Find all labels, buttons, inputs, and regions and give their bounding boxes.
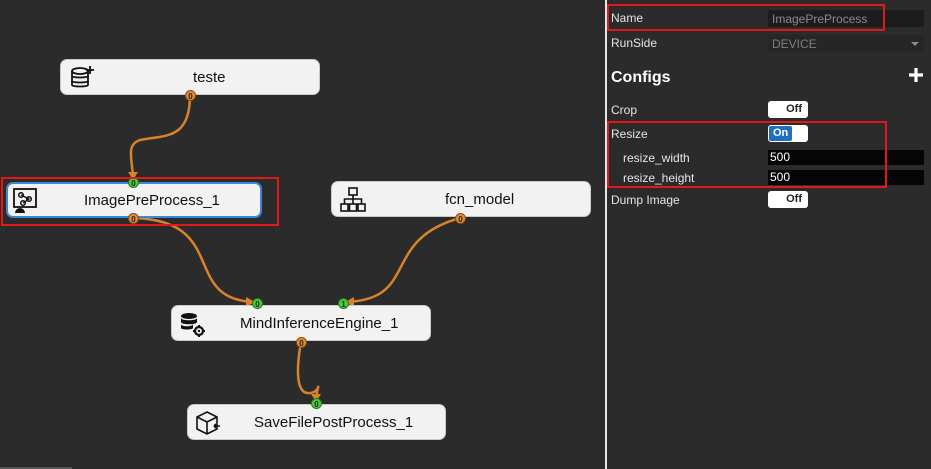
input-port[interactable]: 0 xyxy=(252,298,263,309)
property-dump-image-row: Dump Image Off xyxy=(607,190,931,210)
input-port[interactable]: 1 xyxy=(338,298,349,309)
link-teste-to-imagepreprocess xyxy=(129,94,192,181)
property-crop-row: Crop Off xyxy=(607,100,931,120)
property-label: Resize xyxy=(611,127,648,141)
link-fcn-to-mind xyxy=(344,216,461,304)
node-label: SaveFilePostProcess_1 xyxy=(254,413,414,431)
toggle-state: Off xyxy=(786,193,802,205)
cube-export-icon xyxy=(196,411,220,435)
runside-value: DEVICE xyxy=(772,37,817,51)
output-port[interactable]: 0 xyxy=(455,213,466,224)
property-resize-width-row: resize_width 500 xyxy=(607,148,931,168)
pipeline-canvas[interactable]: teste 0 ImagePreProcess_1 0 0 fcn_model … xyxy=(0,0,605,469)
toggle-state: On xyxy=(769,126,793,141)
property-label: Dump Image xyxy=(611,193,680,207)
name-input[interactable] xyxy=(768,10,924,27)
toggle-state: Off xyxy=(786,103,802,115)
hierarchy-icon xyxy=(340,187,366,212)
dump-image-toggle[interactable]: Off xyxy=(768,191,808,208)
node-label: teste xyxy=(193,68,226,86)
property-label: resize_height xyxy=(623,171,695,185)
node-label: MindInferenceEngine_1 xyxy=(240,314,399,332)
property-label: Crop xyxy=(611,103,638,117)
properties-panel: Name RunSide DEVICE Configs Crop Off Res… xyxy=(607,0,931,469)
crop-toggle[interactable]: Off xyxy=(768,101,808,118)
database-gear-icon xyxy=(181,313,205,337)
plus-icon[interactable] xyxy=(907,66,925,84)
link-mind-to-save xyxy=(296,341,320,403)
property-resize-height-row: resize_height 500 xyxy=(607,168,931,188)
resize-width-input[interactable]: 500 xyxy=(768,150,924,165)
node-label: fcn_model xyxy=(445,190,515,208)
database-add-icon xyxy=(71,66,94,88)
property-label: Name xyxy=(611,11,644,25)
link-imagepreprocess-to-mind xyxy=(132,216,256,304)
property-runside-row: RunSide DEVICE xyxy=(607,33,931,53)
property-label: resize_width xyxy=(623,151,690,165)
property-name-row: Name xyxy=(607,8,931,28)
output-port[interactable]: 0 xyxy=(296,337,307,348)
output-port[interactable]: 0 xyxy=(185,90,196,101)
image-process-icon xyxy=(13,188,37,213)
input-port[interactable]: 0 xyxy=(311,398,322,409)
input-port[interactable]: 0 xyxy=(128,177,139,188)
property-label: RunSide xyxy=(611,36,658,50)
node-mindinferenceengine[interactable]: MindInferenceEngine_1 xyxy=(171,305,431,341)
property-resize-row: Resize On xyxy=(607,124,931,144)
resize-height-input[interactable]: 500 xyxy=(768,170,924,185)
configs-heading: Configs xyxy=(611,69,671,86)
output-port[interactable]: 0 xyxy=(128,213,139,224)
runside-select[interactable]: DEVICE xyxy=(768,35,924,52)
node-label: ImagePreProcess_1 xyxy=(84,191,220,209)
node-fcn-model[interactable]: fcn_model xyxy=(331,181,591,217)
chevron-down-icon xyxy=(911,42,919,46)
resize-toggle[interactable]: On xyxy=(768,125,808,142)
